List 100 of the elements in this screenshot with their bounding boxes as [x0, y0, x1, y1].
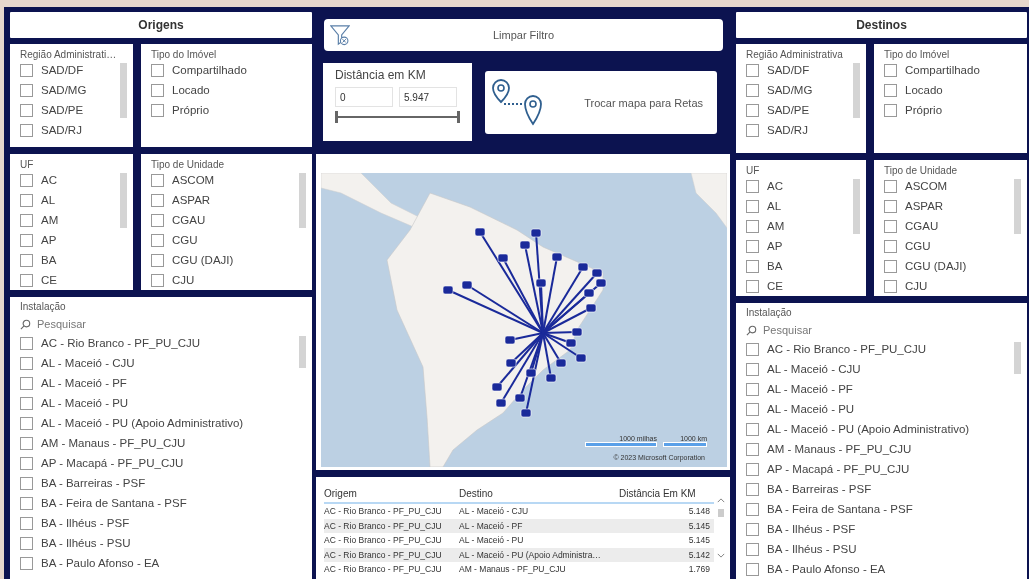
checkbox[interactable]: [746, 502, 759, 516]
filter-option[interactable]: AL - Maceió - PU: [746, 399, 1014, 419]
checkbox[interactable]: [746, 562, 759, 576]
column-header[interactable]: Distância Em KM: [619, 487, 714, 499]
checkbox[interactable]: [20, 536, 33, 550]
checkbox[interactable]: [746, 422, 759, 436]
filter-option[interactable]: CGU: [884, 236, 1014, 256]
checkbox[interactable]: [746, 522, 759, 536]
filter-option[interactable]: AL - Maceió - PU: [20, 393, 299, 413]
checkbox[interactable]: [746, 462, 759, 476]
filter-option[interactable]: AM: [746, 216, 853, 236]
scroll-up-icon[interactable]: [717, 498, 725, 503]
scrollbar[interactable]: [718, 509, 724, 517]
filter-option[interactable]: AL - Maceió - PU (Apoio Administrativo): [746, 419, 1014, 439]
checkbox[interactable]: [151, 173, 164, 187]
checkbox[interactable]: [746, 482, 759, 496]
filter-option[interactable]: AM: [20, 210, 120, 230]
checkbox[interactable]: [884, 83, 897, 97]
filter-option[interactable]: CJU: [884, 276, 1014, 296]
min-distance-field[interactable]: 0: [335, 87, 393, 107]
scrollbar[interactable]: [1014, 342, 1021, 374]
filter-option[interactable]: SAD/RJ: [20, 120, 120, 140]
slider-handle[interactable]: [335, 111, 338, 123]
checkbox[interactable]: [20, 516, 33, 530]
filter-option[interactable]: AP: [20, 230, 120, 250]
checkbox[interactable]: [20, 556, 33, 570]
filter-option[interactable]: CGU (DAJI): [884, 256, 1014, 276]
checkbox[interactable]: [20, 376, 33, 390]
checkbox[interactable]: [20, 173, 33, 187]
scrollbar[interactable]: [299, 173, 306, 228]
checkbox[interactable]: [884, 199, 897, 213]
filter-option[interactable]: AC - Rio Branco - PF_PU_CJU: [746, 339, 1014, 359]
filter-option[interactable]: AL - Maceió - PU (Apoio Administrativo): [20, 413, 299, 433]
scrollbar[interactable]: [853, 179, 860, 234]
checkbox[interactable]: [151, 193, 164, 207]
checkbox[interactable]: [884, 179, 897, 193]
filter-option[interactable]: BA - Ilhéus - PSU: [20, 533, 299, 553]
filter-option[interactable]: SAD/PE: [20, 100, 120, 120]
checkbox[interactable]: [884, 279, 897, 293]
filter-option[interactable]: CE: [20, 270, 120, 290]
filter-option[interactable]: AL - Maceió - CJU: [20, 353, 299, 373]
checkbox[interactable]: [746, 362, 759, 376]
filter-option[interactable]: AC - Rio Branco - PF_PU_CJU: [20, 333, 299, 353]
checkbox[interactable]: [20, 273, 33, 287]
filter-option[interactable]: SAD/DF: [746, 60, 853, 80]
filter-option[interactable]: CGAU: [884, 216, 1014, 236]
checkbox[interactable]: [20, 83, 33, 97]
filter-option[interactable]: ASPAR: [151, 190, 299, 210]
filter-option[interactable]: BA - Paulo Afonso - EA: [746, 559, 1014, 579]
filter-option[interactable]: CJU: [151, 270, 299, 290]
filter-option[interactable]: BA - Barreiras - PSF: [20, 473, 299, 493]
checkbox[interactable]: [151, 103, 164, 117]
checkbox[interactable]: [746, 342, 759, 356]
filter-option[interactable]: BA - Barreiras - PSF: [746, 479, 1014, 499]
checkbox[interactable]: [746, 179, 759, 193]
filter-option[interactable]: AP - Macapá - PF_PU_CJU: [20, 453, 299, 473]
checkbox[interactable]: [884, 103, 897, 117]
checkbox[interactable]: [746, 259, 759, 273]
filter-option[interactable]: Compartilhado: [884, 60, 1021, 80]
checkbox[interactable]: [20, 396, 33, 410]
filter-option[interactable]: BA - Ilhéus - PSF: [746, 519, 1014, 539]
filter-option[interactable]: BA - Paulo Afonso - EA: [20, 553, 299, 573]
filter-option[interactable]: CE: [746, 276, 853, 296]
checkbox[interactable]: [20, 63, 33, 77]
checkbox[interactable]: [20, 416, 33, 430]
filter-option[interactable]: Locado: [884, 80, 1021, 100]
clear-filter-button[interactable]: Limpar Filtro: [324, 19, 723, 51]
scrollbar[interactable]: [120, 63, 127, 118]
checkbox[interactable]: [746, 103, 759, 117]
filter-option[interactable]: ASPAR: [884, 196, 1014, 216]
scrollbar[interactable]: [120, 173, 127, 228]
filter-option[interactable]: CGAU: [151, 210, 299, 230]
filter-option[interactable]: BA - Feira de Santana - PSF: [20, 493, 299, 513]
checkbox[interactable]: [20, 253, 33, 267]
checkbox[interactable]: [151, 273, 164, 287]
filter-option[interactable]: ASCOM: [151, 170, 299, 190]
filter-option[interactable]: BA: [746, 256, 853, 276]
checkbox[interactable]: [746, 442, 759, 456]
checkbox[interactable]: [746, 63, 759, 77]
column-header[interactable]: Origem: [324, 487, 459, 499]
filter-option[interactable]: AL - Maceió - PF: [20, 373, 299, 393]
checkbox[interactable]: [746, 123, 759, 137]
filter-option[interactable]: SAD/PE: [746, 100, 853, 120]
checkbox[interactable]: [746, 219, 759, 233]
filter-option[interactable]: Próprio: [884, 100, 1021, 120]
checkbox[interactable]: [884, 239, 897, 253]
checkbox[interactable]: [20, 193, 33, 207]
checkbox[interactable]: [20, 476, 33, 490]
filter-option[interactable]: AL: [20, 190, 120, 210]
filter-option[interactable]: AL: [746, 196, 853, 216]
filter-option[interactable]: BA - Feira de Santana - PSF: [746, 499, 1014, 519]
filter-option[interactable]: AC: [746, 176, 853, 196]
filter-option[interactable]: Próprio: [151, 100, 306, 120]
filter-option[interactable]: CGU (DAJI): [151, 250, 299, 270]
filter-option[interactable]: BA - Ilhéus - PSF: [20, 513, 299, 533]
checkbox[interactable]: [746, 279, 759, 293]
checkbox[interactable]: [746, 402, 759, 416]
checkbox[interactable]: [884, 259, 897, 273]
checkbox[interactable]: [20, 213, 33, 227]
filter-option[interactable]: SAD/DF: [20, 60, 120, 80]
